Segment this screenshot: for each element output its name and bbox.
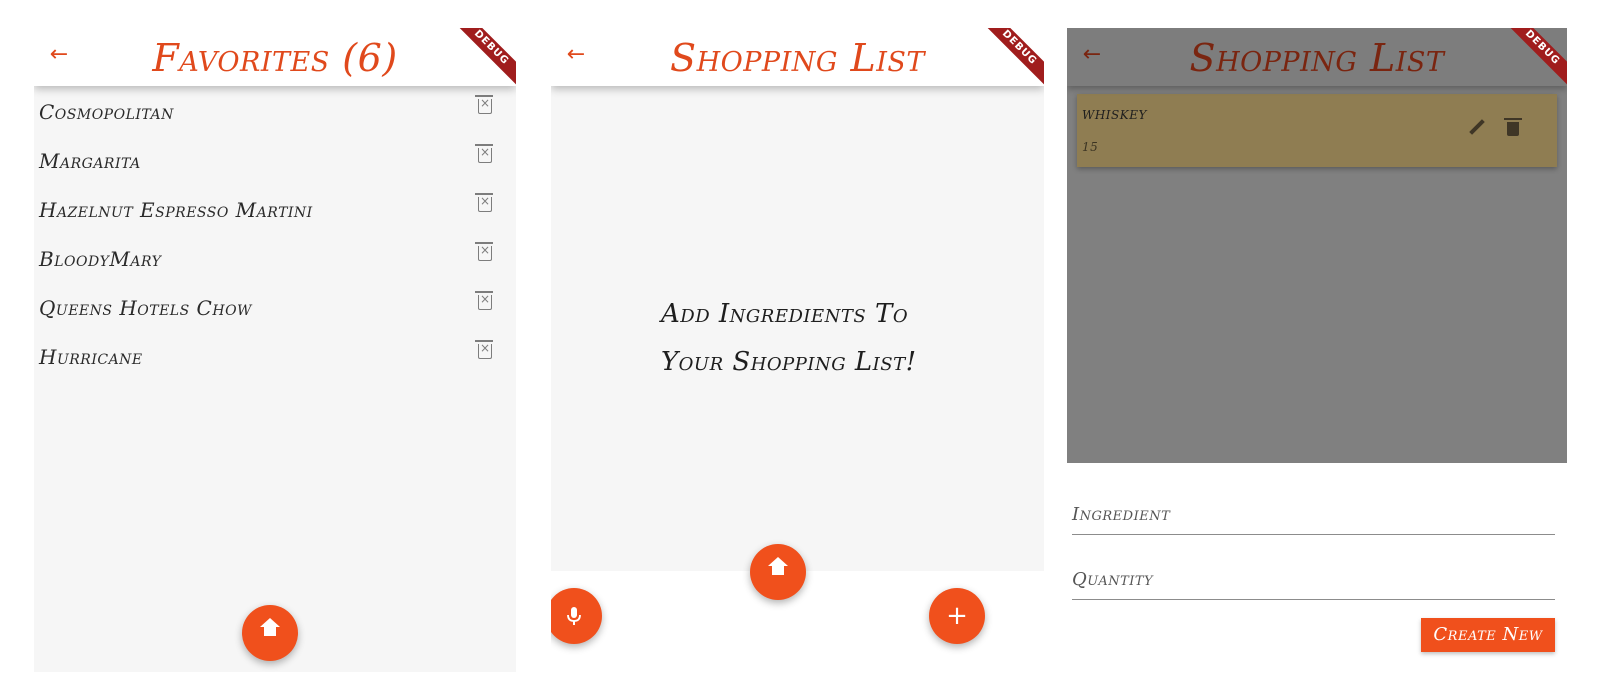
favorite-item-name: BloodyMary	[39, 247, 162, 271]
favorite-item-name: Hazelnut Espresso Martini	[39, 198, 313, 222]
favorite-item-name: Cosmopolitan	[39, 100, 174, 124]
favorite-item[interactable]: Hurricane	[34, 333, 516, 382]
home-button[interactable]	[242, 605, 298, 661]
delete-outline-icon[interactable]	[475, 95, 493, 114]
quantity-field[interactable]: Quantity	[1072, 555, 1555, 600]
delete-outline-icon[interactable]	[475, 144, 493, 163]
favorite-item-name: Queens Hotels Chow	[39, 296, 252, 320]
item-name: whiskey	[1082, 104, 1147, 124]
favorite-item[interactable]: Margarita	[34, 137, 516, 186]
add-ingredient-button[interactable]: +	[929, 588, 985, 644]
favorite-item[interactable]: Hazelnut Espresso Martini	[34, 186, 516, 235]
favorites-screen: ← Favorites (6) DEBUG Cosmopolitan Marga…	[34, 28, 516, 672]
ingredient-label: Ingredient	[1072, 504, 1171, 525]
shopping-list-form-screen: ← Shopping List DEBUG whiskey 15 Ingredi…	[1067, 28, 1567, 672]
shopping-list-empty-screen: ← Shopping List DEBUG Add Ingredients To…	[551, 28, 1044, 672]
shopping-list-app-bar: ← Shopping List DEBUG	[1067, 28, 1567, 93]
pencil-icon[interactable]	[1469, 119, 1485, 135]
item-quantity: 15	[1082, 140, 1099, 154]
favorites-app-bar: ← Favorites (6) DEBUG	[34, 28, 516, 93]
favorite-item[interactable]: Queens Hotels Chow	[34, 284, 516, 333]
empty-list-message: Add Ingredients To Your Shopping List!	[661, 290, 961, 386]
shopping-list-app-bar: ← Shopping List DEBUG	[551, 28, 1044, 93]
favorite-item[interactable]: BloodyMary	[34, 235, 516, 284]
favorite-item-name: Hurricane	[39, 345, 143, 369]
shopping-list-title: Shopping List	[670, 36, 925, 80]
delete-outline-icon[interactable]	[475, 340, 493, 359]
empty-message-line-1: Add Ingredients To	[661, 299, 909, 329]
shopping-list-title: Shopping List	[1189, 36, 1445, 80]
home-button[interactable]	[750, 544, 806, 600]
shopping-item-card[interactable]: whiskey 15	[1077, 94, 1557, 167]
favorite-item[interactable]: Cosmopolitan	[34, 88, 516, 137]
home-icon	[768, 556, 788, 580]
delete-outline-icon[interactable]	[475, 291, 493, 310]
favorite-item-name: Margarita	[39, 149, 141, 173]
empty-message-line-2: Your Shopping List!	[661, 347, 917, 377]
quantity-label: Quantity	[1072, 569, 1154, 590]
ingredient-field[interactable]: Ingredient	[1072, 490, 1555, 535]
microphone-icon	[567, 607, 581, 625]
delete-outline-icon[interactable]	[475, 242, 493, 261]
delete-outline-icon[interactable]	[475, 193, 493, 212]
favorites-list: Cosmopolitan Margarita Hazelnut Espresso…	[34, 88, 516, 382]
plus-icon: +	[946, 601, 968, 631]
trash-icon[interactable]	[1504, 118, 1522, 136]
create-new-button[interactable]: Create New	[1421, 618, 1555, 652]
home-icon	[260, 617, 280, 641]
favorites-title: Favorites (6)	[152, 36, 398, 80]
